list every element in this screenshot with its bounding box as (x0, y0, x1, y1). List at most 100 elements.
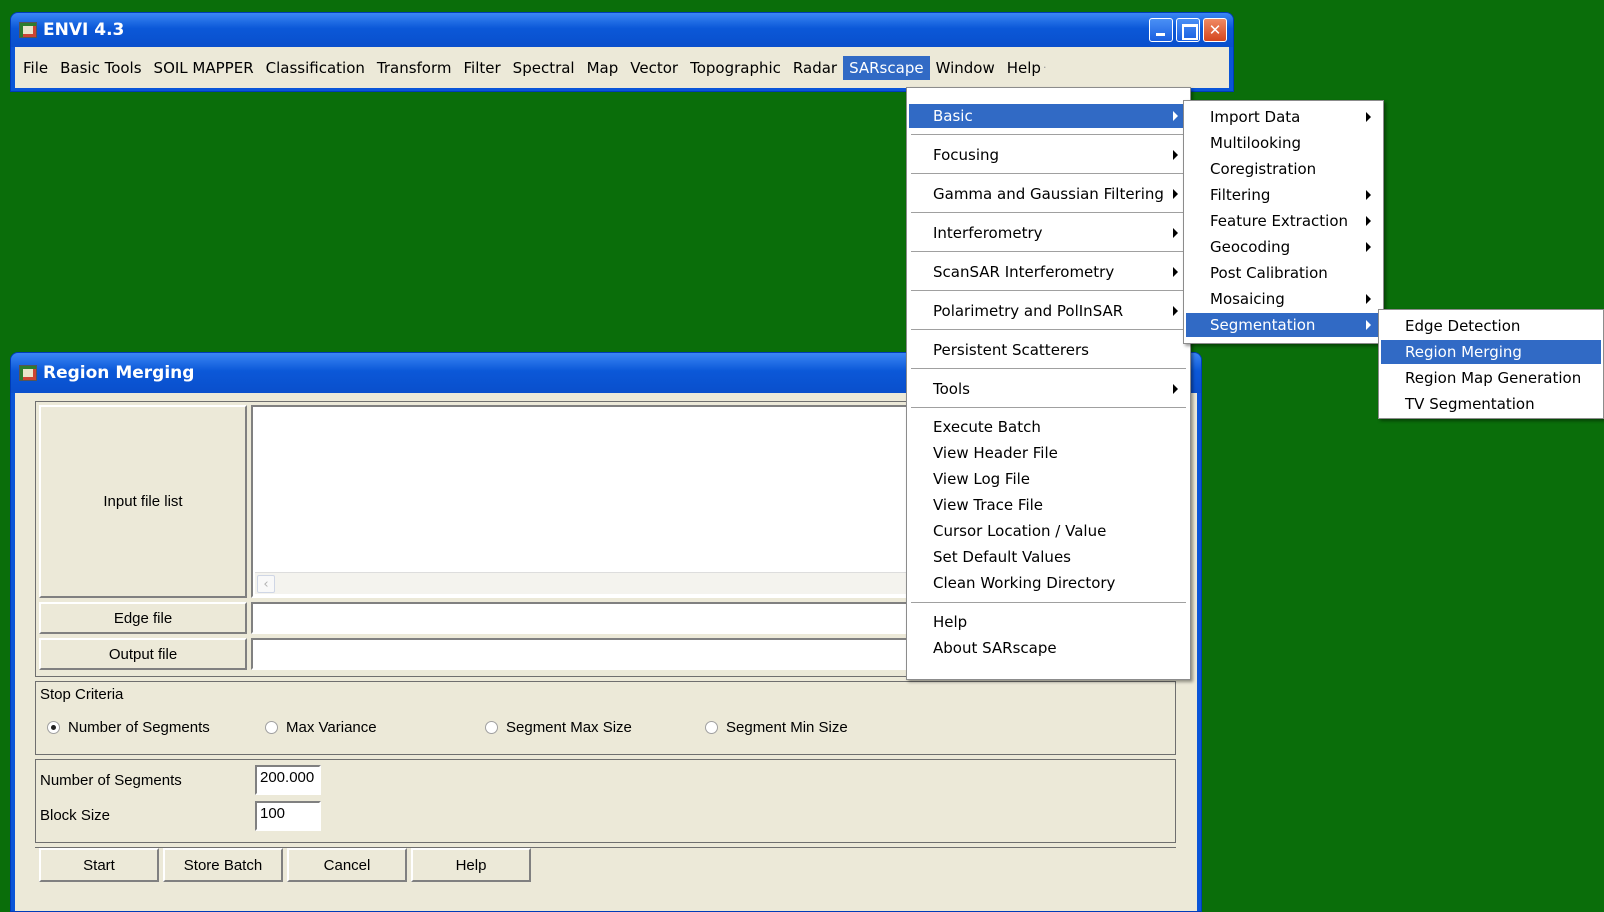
submenu-arrow-icon (1366, 190, 1371, 200)
radio-max-variance[interactable]: Max Variance (265, 719, 377, 736)
submenu-arrow-icon (1173, 384, 1178, 394)
menu-item-label: Import Data (1210, 108, 1301, 126)
menu-basic-tools[interactable]: Basic Tools (54, 56, 147, 80)
menu-item-label: Filtering (1210, 186, 1271, 204)
menu-item-multilooking[interactable]: Multilooking (1186, 131, 1381, 155)
number-of-segments-label: Number of Segments (40, 772, 182, 789)
menu-classification[interactable]: Classification (260, 56, 371, 80)
envi-title-bar[interactable]: ENVI 4.3 (11, 13, 1233, 47)
menubar-overflow-icon: · (1042, 61, 1047, 74)
maximize-button[interactable] (1176, 18, 1200, 42)
menu-item-filtering[interactable]: Filtering (1186, 183, 1381, 207)
menu-item-label: Region Merging (1405, 343, 1522, 361)
menu-item-label: View Log File (933, 470, 1031, 488)
menu-item-label: Region Map Generation (1405, 369, 1582, 387)
menu-item-mosaicing[interactable]: Mosaicing (1186, 287, 1381, 311)
menu-item-edge-detection[interactable]: Edge Detection (1381, 314, 1601, 338)
menu-item-set-default-values[interactable]: Set Default Values (909, 545, 1188, 569)
menu-map[interactable]: Map (581, 56, 625, 80)
radio-button[interactable] (485, 721, 498, 734)
edge-file-button[interactable]: Edge file (39, 602, 247, 634)
radio-button-checked[interactable] (47, 721, 60, 734)
menu-item-feature-extraction[interactable]: Feature Extraction (1186, 209, 1381, 233)
menu-item-post-calibration[interactable]: Post Calibration (1186, 261, 1381, 285)
menu-item-region-map-generation[interactable]: Region Map Generation (1381, 366, 1601, 390)
menu-item-label: Basic (933, 107, 973, 125)
menu-help[interactable]: Help (1001, 56, 1047, 80)
help-button[interactable]: Help (411, 848, 531, 882)
minimize-icon (1150, 19, 1172, 41)
menu-item-label: Gamma and Gaussian Filtering (933, 185, 1164, 203)
menu-window[interactable]: Window (930, 56, 1001, 80)
menu-item-focusing[interactable]: Focusing (909, 143, 1188, 167)
menu-item-label: Feature Extraction (1210, 212, 1349, 230)
menu-item-label: Mosaicing (1210, 290, 1285, 308)
envi-main-window: ENVI 4.3 ✕ File Basic Tools SOIL MAPPER … (10, 12, 1234, 92)
menu-spectral[interactable]: Spectral (507, 56, 581, 80)
block-size-input[interactable]: 100 (255, 801, 321, 831)
menu-item-label: Interferometry (933, 224, 1043, 242)
menu-item-region-merging[interactable]: Region Merging (1381, 340, 1601, 364)
submenu-arrow-icon (1173, 228, 1178, 238)
menu-transform[interactable]: Transform (371, 56, 458, 80)
menu-item-execute-batch[interactable]: Execute Batch (909, 415, 1188, 439)
menu-item-cursor-location-value[interactable]: Cursor Location / Value (909, 519, 1188, 543)
radio-label: Number of Segments (68, 719, 210, 736)
input-file-list-button[interactable]: Input file list (39, 405, 247, 598)
minimize-button[interactable] (1149, 18, 1173, 42)
radio-button[interactable] (705, 721, 718, 734)
menu-item-interferometry[interactable]: Interferometry (909, 221, 1188, 245)
scroll-left-icon[interactable]: ‹ (257, 575, 275, 593)
menu-item-coregistration[interactable]: Coregistration (1186, 157, 1381, 181)
menu-item-label: View Trace File (933, 496, 1044, 514)
menu-item-polarimetry-polinsar[interactable]: Polarimetry and PolInSAR (909, 299, 1188, 323)
close-button[interactable]: ✕ (1203, 18, 1227, 42)
menu-filter[interactable]: Filter (458, 56, 507, 80)
menu-separator (911, 290, 1186, 292)
stop-criteria-label: Stop Criteria (40, 686, 124, 703)
radio-label: Max Variance (286, 719, 377, 736)
menu-radar[interactable]: Radar (787, 56, 843, 80)
radio-number-of-segments[interactable]: Number of Segments (47, 719, 210, 736)
number-of-segments-input[interactable]: 200.000 (255, 765, 321, 795)
menu-item-view-log-file[interactable]: View Log File (909, 467, 1188, 491)
menu-separator (911, 368, 1186, 370)
menu-item-view-trace-file[interactable]: View Trace File (909, 493, 1188, 517)
menu-item-scansar-interferometry[interactable]: ScanSAR Interferometry (909, 260, 1188, 284)
cancel-button[interactable]: Cancel (287, 848, 407, 882)
submenu-arrow-icon (1173, 306, 1178, 316)
menu-item-basic[interactable]: Basic (909, 104, 1188, 128)
menu-file[interactable]: File (17, 56, 54, 80)
store-batch-button[interactable]: Store Batch (163, 848, 283, 882)
menu-item-gamma-gaussian-filtering[interactable]: Gamma and Gaussian Filtering (909, 182, 1188, 206)
radio-label: Segment Min Size (726, 719, 848, 736)
menu-item-import-data[interactable]: Import Data (1186, 105, 1381, 129)
menu-item-segmentation[interactable]: Segmentation (1186, 313, 1381, 337)
menu-item-geocoding[interactable]: Geocoding (1186, 235, 1381, 259)
menu-separator (911, 212, 1186, 214)
radio-segment-min-size[interactable]: Segment Min Size (705, 719, 848, 736)
submenu-arrow-icon (1366, 242, 1371, 252)
radio-button[interactable] (265, 721, 278, 734)
menu-item-help[interactable]: Help (909, 610, 1188, 634)
menu-item-label: Cursor Location / Value (933, 522, 1107, 540)
output-file-button[interactable]: Output file (39, 638, 247, 670)
menu-item-tools[interactable]: Tools (909, 377, 1188, 401)
menu-item-persistent-scatterers[interactable]: Persistent Scatterers (909, 338, 1188, 362)
menu-vector[interactable]: Vector (624, 56, 684, 80)
menu-item-about-sarscape[interactable]: About SARscape (909, 636, 1188, 660)
start-button[interactable]: Start (39, 848, 159, 882)
menu-item-clean-working-directory[interactable]: Clean Working Directory (909, 571, 1188, 595)
menu-soil-mapper[interactable]: SOIL MAPPER (148, 56, 260, 80)
envi-app-icon (19, 22, 37, 38)
menu-item-label: ScanSAR Interferometry (933, 263, 1115, 281)
menu-topographic[interactable]: Topographic (684, 56, 787, 80)
menu-sarscape[interactable]: SARscape (843, 55, 930, 80)
menu-item-view-header-file[interactable]: View Header File (909, 441, 1188, 465)
menu-item-label: Post Calibration (1210, 264, 1328, 282)
block-size-label: Block Size (40, 807, 111, 824)
menu-item-label: Coregistration (1210, 160, 1317, 178)
menu-item-tv-segmentation[interactable]: TV Segmentation (1381, 392, 1601, 416)
radio-segment-max-size[interactable]: Segment Max Size (485, 719, 632, 736)
menu-item-label: Edge Detection (1405, 317, 1521, 335)
